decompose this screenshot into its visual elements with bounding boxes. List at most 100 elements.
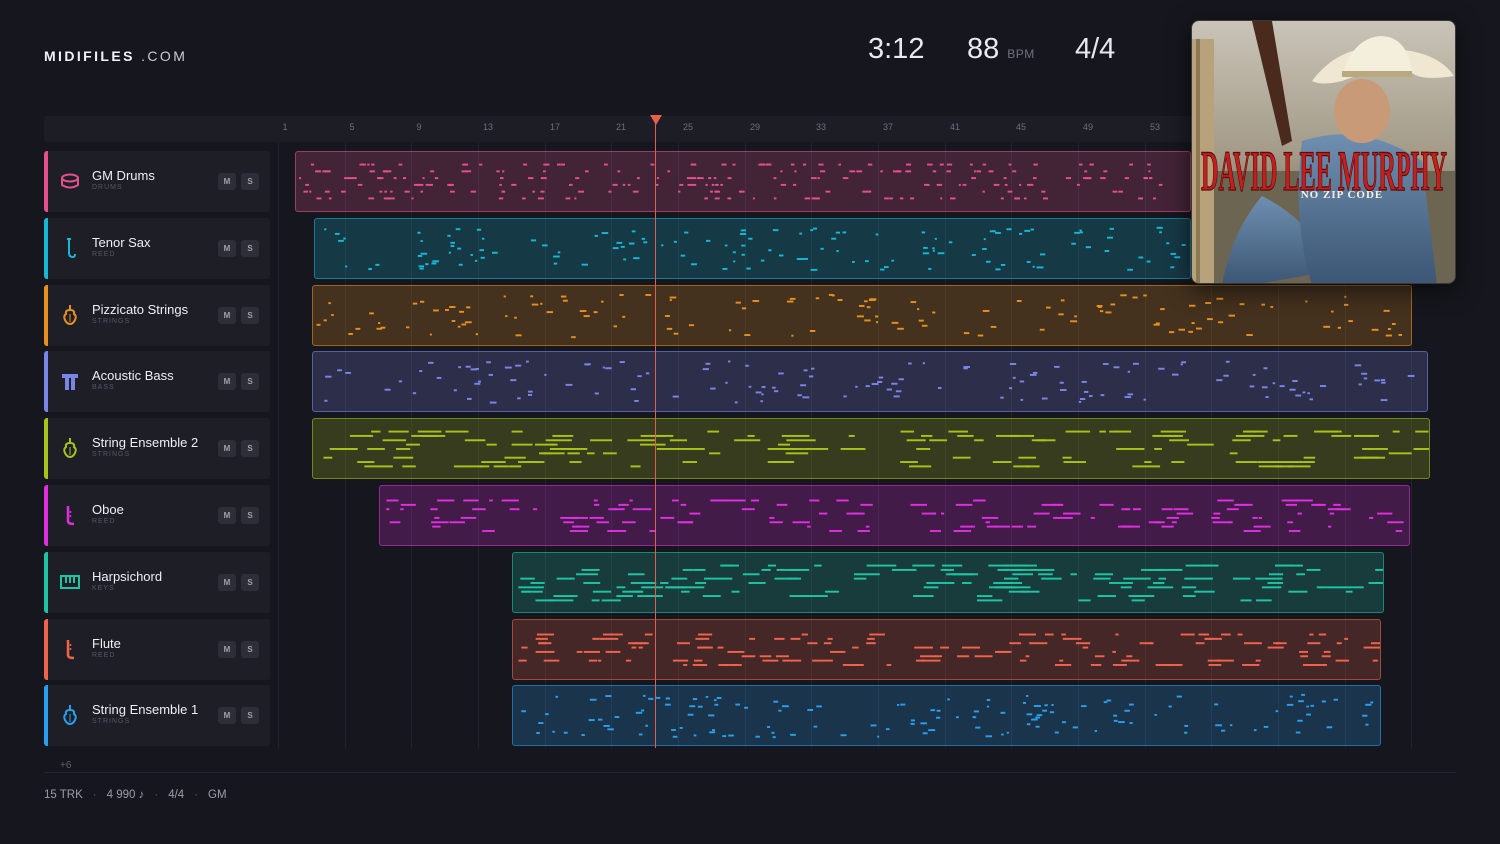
mute-button[interactable]: M xyxy=(218,507,236,524)
drum-icon xyxy=(60,170,80,192)
separator: · xyxy=(92,789,97,801)
album-cover: DAVID LEE MURPHY NO ZIP CODE xyxy=(1191,20,1456,284)
track-header[interactable]: Harpsichord KEYS M S xyxy=(44,552,270,613)
midi-clip[interactable] xyxy=(314,218,1191,279)
track-color-bar xyxy=(44,418,48,479)
track-color-bar xyxy=(44,351,48,412)
track-name: Acoustic Bass xyxy=(92,368,174,383)
track-category: KEYS xyxy=(92,585,115,592)
violin-icon xyxy=(60,704,80,726)
midi-clip[interactable] xyxy=(295,151,1191,212)
sax-icon xyxy=(60,237,80,259)
track-header[interactable]: Acoustic Bass BASS M S xyxy=(44,351,270,412)
more-tracks-label[interactable]: +6 xyxy=(60,760,71,771)
midi-clip[interactable] xyxy=(312,418,1430,479)
midi-notes xyxy=(518,564,1383,602)
track-category: BASS xyxy=(92,384,115,391)
ruler-tick: 5 xyxy=(349,122,355,132)
ruler-tick: 1 xyxy=(282,122,288,132)
midi-notes xyxy=(518,633,1380,666)
track-category: STRINGS xyxy=(92,718,131,725)
mute-button[interactable]: M xyxy=(218,574,236,591)
solo-button[interactable]: S xyxy=(241,641,259,658)
mute-button[interactable]: M xyxy=(218,173,236,190)
midi-clip[interactable] xyxy=(379,485,1410,546)
violin-icon xyxy=(60,304,80,326)
ruler-tick: 25 xyxy=(682,122,694,132)
playhead[interactable] xyxy=(655,118,656,748)
track-name: Tenor Sax xyxy=(92,235,151,250)
solo-button[interactable]: S xyxy=(241,173,259,190)
solo-button[interactable]: S xyxy=(241,240,259,257)
bass-icon xyxy=(60,370,80,392)
midi-notes xyxy=(324,226,1186,271)
brand-name: MIDIFILES xyxy=(44,48,135,64)
track-header[interactable]: String Ensemble 1 STRINGS M S xyxy=(44,685,270,746)
violin-icon xyxy=(60,437,80,459)
tempo-value: 88 xyxy=(967,33,1000,65)
track-color-bar xyxy=(44,285,48,346)
time-signature-value: 4/4 xyxy=(1075,33,1116,65)
footer-meter: 4/4 xyxy=(168,789,185,801)
status-footer: 15 TRK · 4 990 ♪ · 4/4 · GM xyxy=(44,789,227,801)
track-color-bar xyxy=(44,218,48,279)
mute-button[interactable]: M xyxy=(218,641,236,658)
footer-standard: GM xyxy=(208,789,227,801)
midi-clip[interactable] xyxy=(312,285,1412,346)
midi-notes xyxy=(324,360,1415,404)
track-category: STRINGS xyxy=(92,451,131,458)
ruler-tick: 41 xyxy=(949,122,961,132)
midi-notes xyxy=(521,693,1374,739)
separator: · xyxy=(194,789,199,801)
solo-button[interactable]: S xyxy=(241,507,259,524)
midi-clip[interactable] xyxy=(512,685,1381,746)
mute-button[interactable]: M xyxy=(218,373,236,390)
track-color-bar xyxy=(44,619,48,680)
flute-icon xyxy=(60,638,80,660)
solo-button[interactable]: S xyxy=(241,574,259,591)
track-header[interactable]: Tenor Sax REED M S xyxy=(44,218,270,279)
footer-divider xyxy=(44,772,1456,773)
midi-notes xyxy=(316,293,1403,339)
mute-button[interactable]: M xyxy=(218,707,236,724)
midi-notes xyxy=(323,430,1429,468)
track-name: Flute xyxy=(92,636,121,651)
track-header[interactable]: GM Drums DRUMS M S xyxy=(44,151,270,212)
brand-domain: .COM xyxy=(141,48,188,64)
ruler-tick: 37 xyxy=(882,122,894,132)
solo-button[interactable]: S xyxy=(241,440,259,457)
midi-clip[interactable] xyxy=(512,619,1381,680)
track-name: GM Drums xyxy=(92,168,155,183)
mute-button[interactable]: M xyxy=(218,307,236,324)
time-display: 3:12 xyxy=(868,33,924,66)
solo-button[interactable]: S xyxy=(241,707,259,724)
track-name: String Ensemble 1 xyxy=(92,702,199,717)
midi-notes xyxy=(386,499,1404,532)
ruler-tick: 13 xyxy=(482,122,494,132)
track-count: 15 TRK xyxy=(44,789,83,801)
playhead-handle[interactable] xyxy=(650,115,662,125)
album-cover-art: DAVID LEE MURPHY NO ZIP CODE xyxy=(1192,21,1455,283)
solo-button[interactable]: S xyxy=(241,307,259,324)
track-color-bar xyxy=(44,685,48,746)
track-category: STRINGS xyxy=(92,318,131,325)
grid-line xyxy=(278,142,279,748)
midi-clip[interactable] xyxy=(312,351,1428,412)
midi-clip[interactable] xyxy=(512,552,1384,613)
ruler-tick: 45 xyxy=(1015,122,1027,132)
ruler-tick: 29 xyxy=(749,122,761,132)
track-header[interactable]: Oboe REED M S xyxy=(44,485,270,546)
track-header[interactable]: Flute REED M S xyxy=(44,619,270,680)
mute-button[interactable]: M xyxy=(218,440,236,457)
note-count: 4 990 ♪ xyxy=(106,789,145,801)
track-color-bar xyxy=(44,552,48,613)
mute-button[interactable]: M xyxy=(218,240,236,257)
solo-button[interactable]: S xyxy=(241,373,259,390)
tempo-display: 88 BPM xyxy=(967,33,1035,66)
midi-notes xyxy=(299,163,1163,200)
track-category: DRUMS xyxy=(92,184,123,191)
track-name: Harpsichord xyxy=(92,569,163,584)
ruler-tick: 53 xyxy=(1149,122,1161,132)
track-header[interactable]: Pizzicato Strings STRINGS M S xyxy=(44,285,270,346)
track-header[interactable]: String Ensemble 2 STRINGS M S xyxy=(44,418,270,479)
